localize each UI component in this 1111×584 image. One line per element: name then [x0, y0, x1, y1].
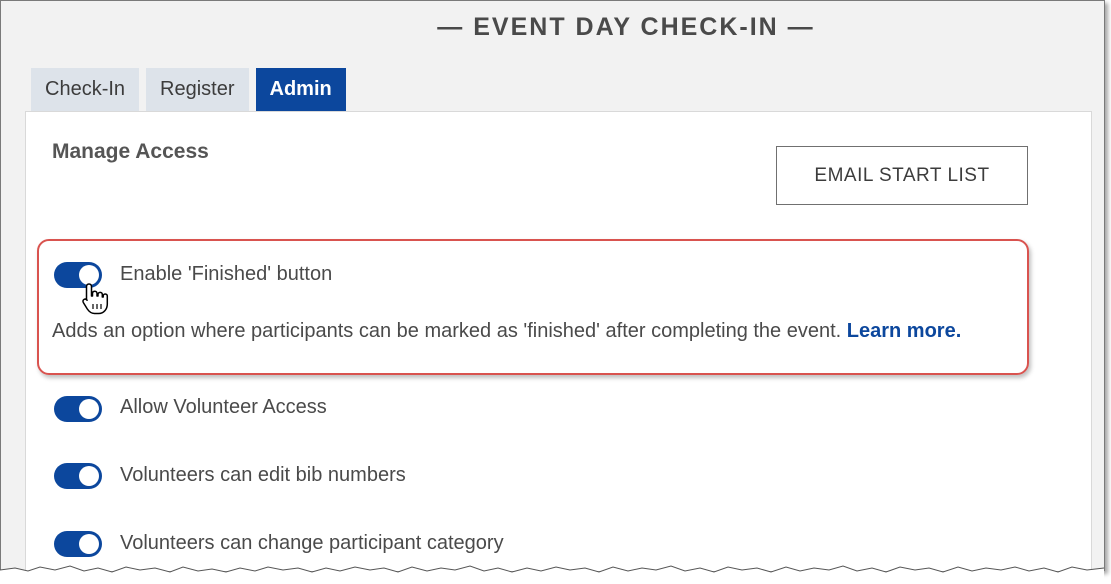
- tab-check-in[interactable]: Check-In: [31, 68, 140, 111]
- tab-bar: Check-In Register Admin: [31, 68, 346, 111]
- admin-panel: Manage Access EMAIL START LIST Enable 'F…: [25, 111, 1092, 571]
- hand-pointer-icon: [82, 283, 109, 315]
- toggle-allow-volunteer-access[interactable]: [54, 396, 102, 422]
- setting-description-enable-finished: Adds an option where participants can be…: [52, 320, 961, 343]
- section-title: Manage Access: [52, 140, 209, 163]
- email-start-list-button[interactable]: EMAIL START LIST: [776, 146, 1028, 205]
- page-title: — EVENT DAY CHECK-IN —: [437, 13, 815, 41]
- setting-label-volunteers-edit-bib: Volunteers can edit bib numbers: [120, 464, 406, 486]
- toggle-volunteers-edit-bib[interactable]: [54, 463, 102, 489]
- tab-admin[interactable]: Admin: [255, 68, 346, 111]
- tab-register[interactable]: Register: [146, 68, 249, 111]
- learn-more-link[interactable]: Learn more.: [847, 320, 961, 342]
- toggle-volunteers-change-category[interactable]: [54, 531, 102, 557]
- toggle-knob: [79, 399, 99, 419]
- screenshot-frame: — EVENT DAY CHECK-IN — Check-In Register…: [0, 0, 1105, 571]
- setting-label-volunteers-change-category: Volunteers can change participant catego…: [120, 532, 504, 554]
- highlight-annotation: [37, 239, 1029, 375]
- setting-label-enable-finished: Enable 'Finished' button: [120, 263, 333, 285]
- torn-edge-decoration: [0, 565, 1105, 584]
- toggle-knob: [79, 466, 99, 486]
- toggle-knob: [79, 534, 99, 554]
- description-text: Adds an option where participants can be…: [52, 320, 842, 342]
- setting-label-allow-volunteer-access: Allow Volunteer Access: [120, 396, 327, 418]
